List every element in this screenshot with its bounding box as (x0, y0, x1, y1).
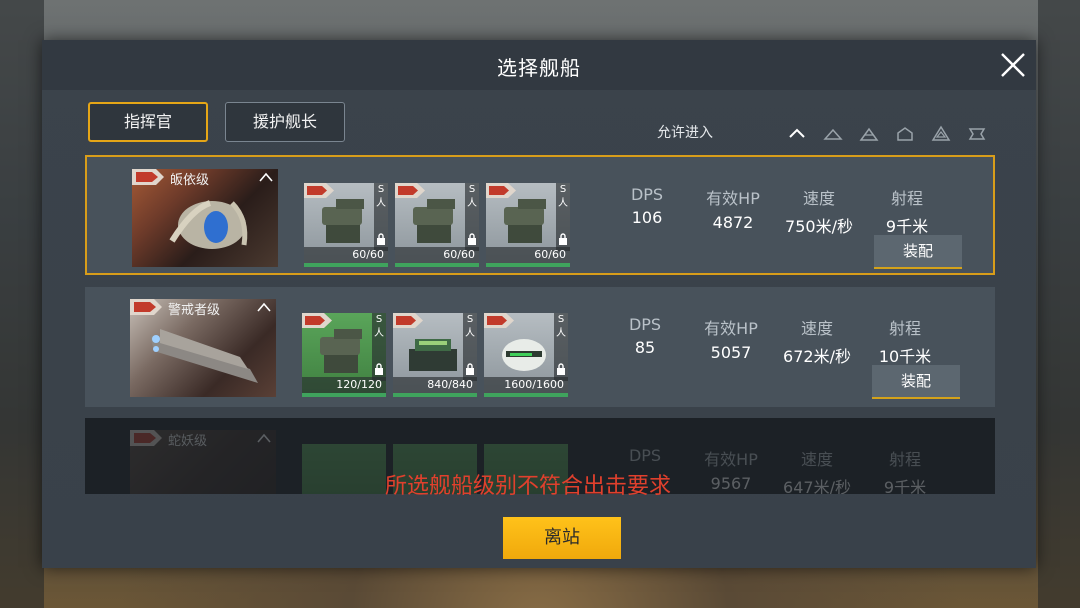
tier-1-icon[interactable] (823, 124, 843, 144)
slot-health-bar (484, 393, 568, 397)
launcher-icon (409, 339, 457, 371)
slot-ammo-count: 60/60 (395, 247, 479, 263)
weapon-slot (302, 444, 386, 494)
tier-badge-icon (304, 183, 334, 198)
slot-ammo-count: 60/60 (486, 247, 570, 263)
dialog-header: 选择舰船 (42, 40, 1036, 90)
allowed-entry-label: 允许进入 (657, 125, 713, 141)
slot-ammo-count: 1600/1600 (484, 377, 568, 393)
tier-badge-icon (132, 169, 164, 185)
weapon-slot[interactable]: S人 60/60 (395, 183, 479, 267)
chevron-up-icon (257, 302, 271, 312)
leave-station-button[interactable]: 离站 (503, 517, 621, 559)
turret-icon (320, 329, 362, 373)
stat-range: 射程 10千米 (855, 315, 955, 367)
stat-hp-value: 5057 (710, 343, 752, 362)
stat-dps: DPS 106 (597, 185, 697, 227)
slot-ammo-count: 120/120 (302, 377, 386, 393)
ship-name: 蛇妖级 (168, 434, 208, 449)
ship-row-1[interactable]: 皈依级 S人 60/60 S人 60/60 S人 60/60 DPS 106 有… (85, 155, 995, 275)
weapon-slot[interactable]: S人 840/840 (393, 313, 477, 397)
ship-name: 皈依级 (170, 173, 210, 188)
stat-speed: 速度 750米/秒 (769, 185, 869, 237)
close-button[interactable] (998, 50, 1028, 80)
weapon-slot[interactable]: S人 60/60 (304, 183, 388, 267)
stat-hp: 有效HP 4872 (683, 185, 783, 232)
stat-dps: DPS 85 (595, 315, 695, 357)
weapon-slot[interactable]: S人 120/120 (302, 313, 386, 397)
tier-3-icon[interactable] (895, 124, 915, 144)
ship-image: 警戒者级 (130, 299, 276, 397)
lock-icon (377, 233, 385, 245)
slot-health-bar (302, 393, 386, 397)
equip-button[interactable]: 装配 (874, 235, 962, 269)
slot-health-bar (486, 263, 570, 267)
chevron-up-icon (259, 172, 273, 182)
stat-speed-value: 750米/秒 (785, 217, 853, 236)
close-icon (1001, 53, 1025, 77)
ship-row-3-disabled: 蛇妖级 DPS 有效HP 9567 速度 647米/秒 射程 9千米 (85, 418, 995, 494)
slot-ammo-count: 60/60 (304, 247, 388, 263)
weapon-slot (484, 444, 568, 494)
lock-icon (559, 233, 567, 245)
background-pillar-right (1038, 0, 1080, 608)
ship-name: 警戒者级 (168, 303, 221, 318)
stat-speed: 速度 647米/秒 (783, 450, 851, 494)
stat-speed-value: 672米/秒 (783, 347, 851, 366)
stat-hp-value: 4872 (712, 213, 754, 232)
ship-row-2[interactable]: 警戒者级 S人 120/120 S人 840/840 S人 1600/1600 (85, 287, 995, 407)
tier-badge-icon (130, 299, 162, 315)
lock-icon (557, 363, 565, 375)
tab-commander[interactable]: 指挥官 (88, 102, 208, 142)
stat-range-value: 10千米 (878, 347, 932, 366)
stat-range: 射程 9千米 (883, 450, 927, 494)
tab-escort-captain[interactable]: 援护舰长 (225, 102, 345, 142)
tier-badge-icon (302, 313, 332, 328)
stat-hp: 有效HP 9567 (704, 450, 758, 493)
turret-icon (504, 199, 546, 243)
slot-health-bar (304, 263, 388, 267)
stat-dps: DPS (628, 446, 662, 465)
lock-icon (466, 363, 474, 375)
stat-dps-value: 106 (631, 208, 663, 227)
stat-range: 射程 9千米 (857, 185, 957, 237)
background-pillar-left (0, 0, 44, 608)
slot-health-bar (395, 263, 479, 267)
tier-4-icon[interactable] (931, 124, 951, 144)
slot-ammo-count: 840/840 (393, 377, 477, 393)
weapon-slot (393, 444, 477, 494)
tier-badge-icon (484, 313, 514, 328)
lock-icon (375, 363, 383, 375)
tier-badge-icon (486, 183, 516, 198)
turret-icon (413, 199, 455, 243)
weapon-slot[interactable]: S人 1600/1600 (484, 313, 568, 397)
weapon-slot[interactable]: S人 60/60 (486, 183, 570, 267)
ship-image: 蛇妖级 (130, 430, 276, 494)
tier-2-icon[interactable] (859, 124, 879, 144)
turret-icon (322, 199, 364, 243)
tier-badge-icon (395, 183, 425, 198)
lock-icon (468, 233, 476, 245)
ship-image: 皈依级 (132, 169, 278, 267)
stat-range-value: 9千米 (885, 217, 929, 236)
tier-5-icon[interactable] (967, 124, 987, 144)
dialog-title: 选择舰船 (497, 56, 581, 80)
select-ship-dialog: 选择舰船 指挥官 援护舰长 允许进入 皈依级 S 人 60/60 S 人 60/… (42, 40, 1036, 568)
chevron-up-icon[interactable] (787, 124, 807, 144)
equip-button[interactable]: 装配 (872, 365, 960, 399)
stat-speed: 速度 672米/秒 (767, 315, 867, 367)
stat-hp: 有效HP 5057 (681, 315, 781, 362)
stat-dps-value: 85 (634, 338, 656, 357)
tier-badge-icon (130, 430, 162, 446)
slot-health-bar (393, 393, 477, 397)
drone-icon (502, 339, 546, 371)
chevron-up-icon (257, 433, 271, 443)
tier-badge-icon (393, 313, 423, 328)
